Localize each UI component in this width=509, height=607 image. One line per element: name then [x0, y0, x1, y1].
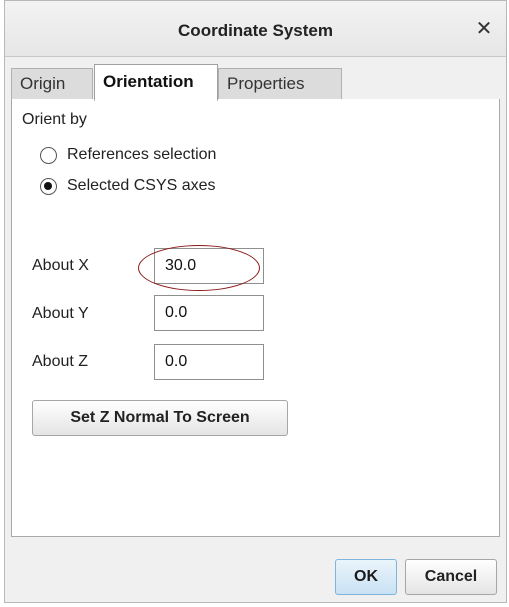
- tab-properties[interactable]: Properties: [218, 68, 342, 100]
- cancel-button[interactable]: Cancel: [405, 559, 497, 595]
- orient-by-label: Orient by: [22, 111, 87, 128]
- tab-bar: Origin Orientation Properties: [11, 64, 500, 101]
- ok-button[interactable]: OK: [335, 559, 397, 595]
- radio-label: References selection: [67, 146, 217, 163]
- about-y-input[interactable]: 0.0: [154, 295, 264, 331]
- radio-selected-csys-axes[interactable]: Selected CSYS axes: [40, 175, 216, 197]
- about-x-input[interactable]: 30.0: [154, 248, 264, 284]
- radio-circle-icon[interactable]: [40, 146, 57, 164]
- radio-references-selection[interactable]: References selection: [40, 144, 216, 166]
- about-z-label: About Z: [32, 353, 89, 370]
- dialog-title: Coordinate System: [178, 21, 333, 40]
- tab-origin[interactable]: Origin: [11, 68, 93, 100]
- tab-orientation[interactable]: Orientation: [94, 64, 218, 101]
- about-z-input[interactable]: 0.0: [154, 344, 264, 380]
- coordinate-system-dialog: Coordinate System ✕ Origin Orientation P…: [4, 0, 507, 603]
- radio-checked-icon[interactable]: [40, 177, 57, 195]
- radio-label: Selected CSYS axes: [67, 177, 216, 194]
- about-x-label: About X: [32, 257, 89, 274]
- set-z-normal-button[interactable]: Set Z Normal To Screen: [32, 400, 288, 436]
- close-icon[interactable]: ✕: [472, 17, 496, 41]
- about-y-label: About Y: [32, 305, 89, 322]
- orientation-panel: Orient by References selection Selected …: [11, 99, 500, 537]
- dialog-titlebar[interactable]: Coordinate System ✕: [5, 1, 506, 57]
